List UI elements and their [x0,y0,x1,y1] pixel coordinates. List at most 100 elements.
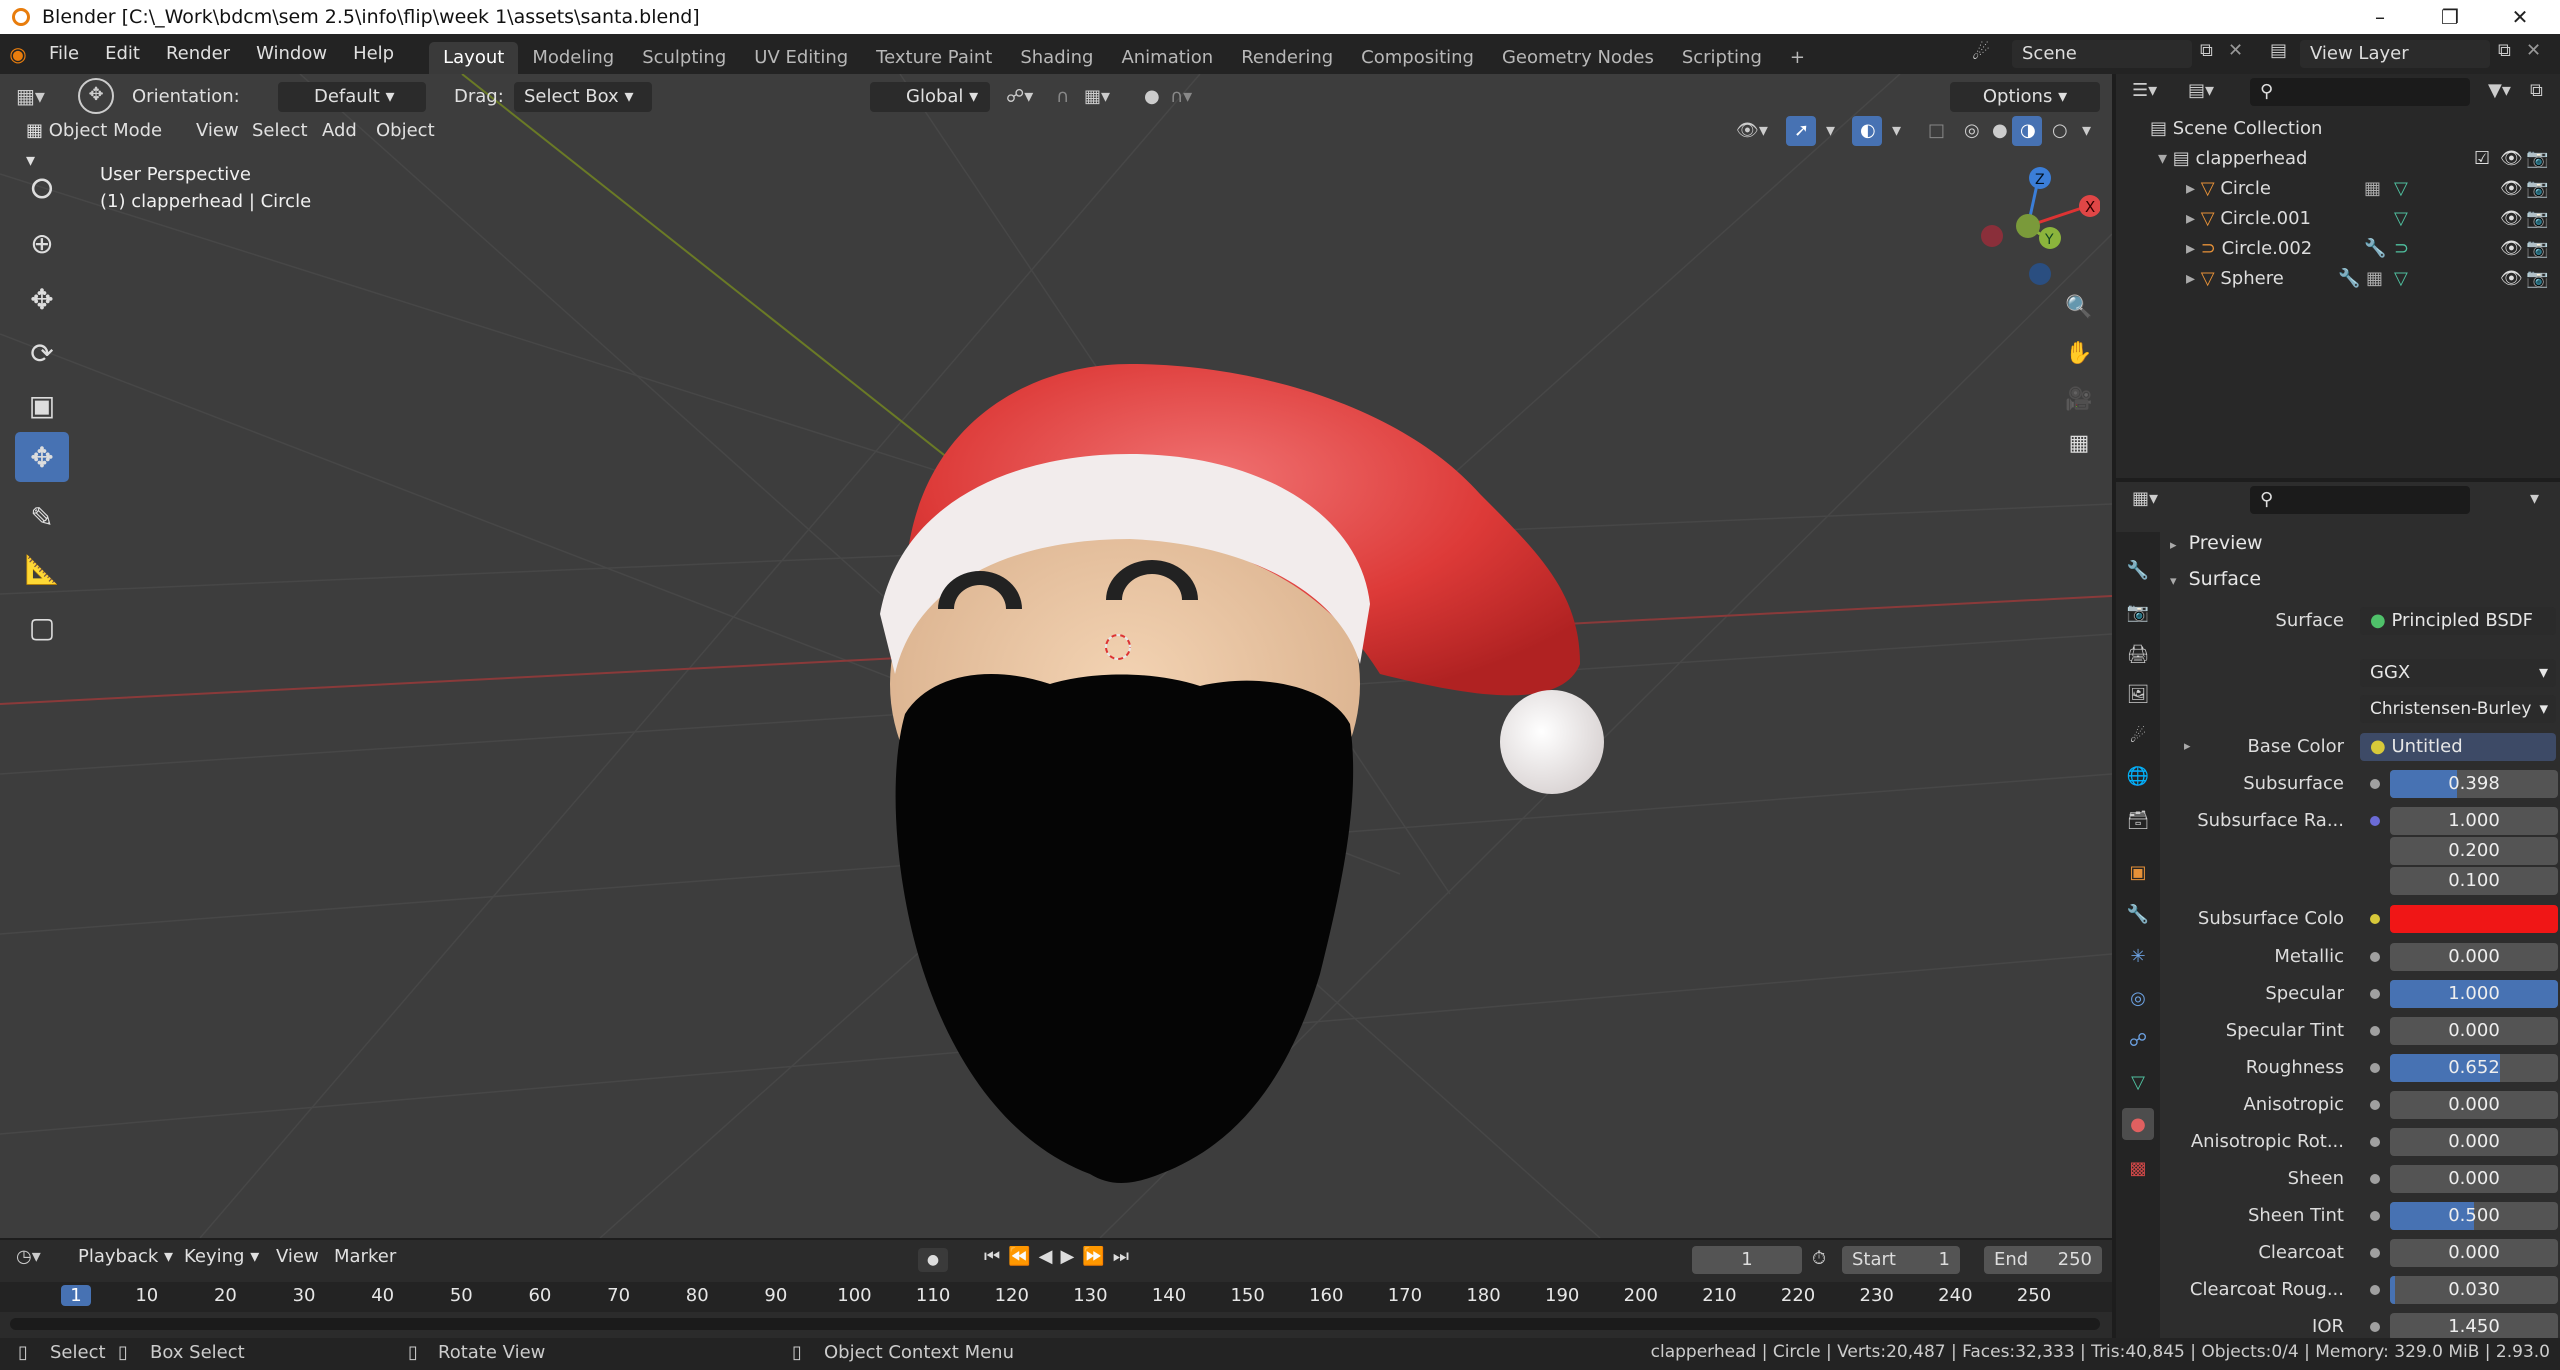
tab-layout[interactable]: Layout [429,42,519,74]
view-layer-selector[interactable]: View Layer [2300,40,2490,68]
minimize-button[interactable]: – [2350,0,2410,34]
tab-rendering[interactable]: Rendering [1227,42,1347,74]
current-frame-marker[interactable]: 1 [61,1285,91,1306]
scene-icon[interactable]: ☄ [1972,40,1998,68]
tab-geometry-nodes[interactable]: Geometry Nodes [1488,42,1668,74]
editor-type-icon[interactable]: ▦▾ [16,84,56,114]
timeline-scrollbar[interactable] [10,1318,2100,1330]
move-tool-icon[interactable]: ✥ [15,274,69,324]
scene-selector[interactable]: Scene [2012,40,2192,68]
cursor-tool-icon[interactable]: ⊕ [15,218,69,268]
outliner-search-input[interactable]: ⚲ [2250,78,2470,106]
modifier-tab-icon[interactable]: 🔧 [2122,898,2154,930]
navigation-gizmo[interactable]: X Y Z [1970,166,2100,286]
property-slider[interactable]: 0.500 [2390,1202,2558,1230]
gizmo-menu-icon[interactable]: ▾ [1818,116,1843,146]
disclosure-icon[interactable]: ▸ [2184,730,2191,764]
camera-icon[interactable]: 📷 [2526,174,2548,204]
tab-uv-editing[interactable]: UV Editing [740,42,862,74]
close-button[interactable]: ✕ [2490,0,2550,34]
world-tab-icon[interactable]: 🌐 [2122,760,2154,792]
viewport-menu-view[interactable]: View [188,116,247,146]
menu-edit[interactable]: Edit [92,34,153,74]
filter-icon[interactable]: ▼▾ [2488,80,2511,101]
camera-icon[interactable]: 📷 [2526,144,2548,174]
property-slider[interactable]: 0.000 [2390,1091,2558,1119]
camera-icon[interactable]: 📷 [2526,264,2548,294]
eye-icon[interactable]: 👁 [2500,204,2523,234]
record-icon[interactable]: ● [918,1248,948,1272]
view-layer-copy-icon[interactable]: ⧉ [2498,40,2511,61]
rendered-shading-icon[interactable]: ○ [2044,116,2076,146]
measure-tool-icon[interactable]: 📐 [15,544,69,594]
tab-scripting[interactable]: Scripting [1668,42,1776,74]
property-slider[interactable]: 0.000 [2390,943,2558,971]
shading-menu-icon[interactable]: ▾ [2074,116,2099,146]
timeline-menu-view[interactable]: View [268,1242,327,1272]
add-cube-tool-icon[interactable]: ▢ [15,602,69,652]
blender-menu-icon[interactable]: ◉ [0,42,36,66]
next-keyframe-icon[interactable]: ⏩ [1082,1246,1112,1267]
physics-tab-icon[interactable]: ◎ [2122,982,2154,1014]
tab-modeling[interactable]: Modeling [518,42,628,74]
sss-method-dropdown[interactable]: Christensen-Burley ▾ [2360,695,2556,723]
options-dropdown[interactable]: Options ▾ [1950,82,2100,112]
collection-tab-icon[interactable]: 🗃 [2122,804,2154,836]
jump-end-icon[interactable]: ⏭ [1113,1246,1137,1267]
tab-shading[interactable]: Shading [1006,42,1107,74]
properties-editor-icon[interactable]: ▦▾ [2132,488,2158,509]
particles-tab-icon[interactable]: ✳ [2122,940,2154,972]
view-layer-tab-icon[interactable]: 🖼 [2122,678,2154,710]
timeline-menu-playback[interactable]: Playback ▾ [70,1242,181,1272]
maximize-button[interactable]: ❐ [2420,0,2480,34]
wireframe-shading-icon[interactable]: ◎ [1956,116,1988,146]
property-slider[interactable]: 1.000 [2390,980,2558,1008]
outliner-item-circle[interactable]: ▸ ▽ Circle ▦ ▽ 👁 📷 [2116,174,2560,204]
viewport-menu-add[interactable]: Add [314,116,365,146]
property-slider[interactable]: 0.652 [2390,1054,2558,1082]
scale-tool-icon[interactable]: ▣ [15,380,69,430]
scene-copy-icon[interactable]: ⧉ [2200,40,2213,61]
property-slider[interactable]: 0.000 [2390,1017,2558,1045]
camera-icon[interactable]: 📷 [2526,204,2548,234]
properties-search-input[interactable]: ⚲ [2250,486,2470,514]
property-slider[interactable]: 0.000 [2390,1239,2558,1267]
add-workspace-button[interactable]: + [1776,42,1819,74]
property-slider[interactable]: 0.000 [2390,1128,2558,1156]
gizmo-neg-z-icon[interactable] [2029,263,2051,285]
tab-compositing[interactable]: Compositing [1347,42,1488,74]
subsurface-slider[interactable]: 0.398 [2390,770,2558,798]
camera-view-icon[interactable]: 🎥 [2060,380,2098,418]
eye-icon[interactable]: 👁 [2500,144,2523,174]
view-layer-icon[interactable]: ▤ [2270,40,2287,61]
outliner-display-mode-icon[interactable]: ▤▾ [2188,80,2214,101]
gizmo-neg-x-icon[interactable] [1981,225,2003,247]
output-tab-icon[interactable]: 🖨 [2122,638,2154,670]
checkbox-icon[interactable]: ☑ [2474,144,2490,174]
data-tab-icon[interactable]: ▽ [2122,1066,2154,1098]
property-slider[interactable]: 0.030 [2390,1276,2558,1304]
visibility-icon[interactable]: 👁▾ [1728,116,1776,146]
menu-render[interactable]: Render [153,34,243,74]
object-mode-dropdown[interactable]: ▦ Object Mode ▾ [18,116,178,171]
render-tab-icon[interactable]: 📷 [2122,596,2154,628]
camera-icon[interactable]: 📷 [2526,234,2548,264]
outliner-item-circle-001[interactable]: ▸ ▽ Circle.001 ▽ 👁 📷 [2116,204,2560,234]
viewport-menu-object[interactable]: Object [368,116,443,146]
overlays-icon[interactable]: ◐ [1852,116,1882,146]
snap-icon[interactable]: ∩ [1048,82,1077,112]
eye-icon[interactable]: 👁 [2500,234,2523,264]
ortho-grid-icon[interactable]: ▦ [2060,424,2098,462]
new-collection-icon[interactable]: ⧉ [2530,80,2543,101]
outliner-editor-icon[interactable]: ☰▾ [2132,80,2157,101]
annotate-tool-icon[interactable]: ✎ [15,492,69,542]
subsurface-radius-y[interactable]: 0.200 [2390,837,2558,865]
property-slider[interactable]: 1.450 [2390,1313,2558,1341]
snap-target-icon[interactable]: ▦▾ [1076,82,1118,112]
eye-icon[interactable]: 👁 [2500,264,2523,294]
outliner-item-circle-002[interactable]: ▸ ⊃ Circle.002 🔧 ⊃ 👁 📷 [2116,234,2560,264]
play-icon[interactable]: ▶ [1060,1246,1082,1267]
xray-icon[interactable]: □ [1920,116,1953,146]
start-frame-field[interactable]: Start 1 [1842,1246,1960,1274]
eye-icon[interactable]: 👁 [2500,174,2523,204]
